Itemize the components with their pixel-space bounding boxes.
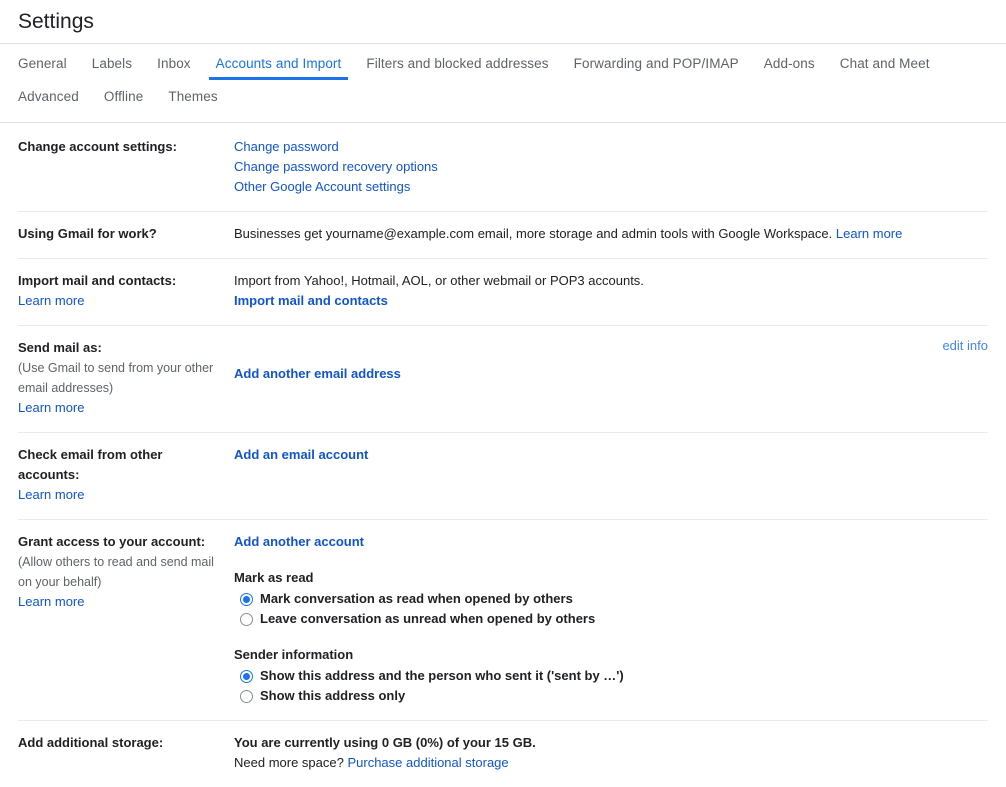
radio-show-address-only[interactable]: Show this address only bbox=[234, 686, 988, 706]
radio-show-address-and-person[interactable]: Show this address and the person who sen… bbox=[234, 666, 988, 686]
section-content-column: Change password Change password recovery… bbox=[234, 137, 988, 197]
add-another-email-address-link[interactable]: Add another email address bbox=[234, 364, 401, 384]
tab-themes[interactable]: Themes bbox=[158, 77, 227, 113]
section-add-additional-storage: Add additional storage: You are currentl… bbox=[18, 720, 988, 787]
section-grant-access-to-your-account: Grant access to your account: (Allow oth… bbox=[18, 519, 988, 720]
storage-usage-text: You are currently using 0 GB (0%) of you… bbox=[234, 733, 988, 753]
import-mail-and-contacts-label: Import mail and contacts: bbox=[18, 271, 224, 291]
section-label-column: Change account settings: bbox=[18, 137, 234, 197]
change-account-settings-label: Change account settings: bbox=[18, 137, 224, 157]
check-email-learn-more-link[interactable]: Learn more bbox=[18, 485, 84, 505]
grant-access-learn-more-link[interactable]: Learn more bbox=[18, 592, 84, 612]
radio-mark-conversation-as-read[interactable]: Mark conversation as read when opened by… bbox=[234, 589, 988, 609]
radio-unselected-icon[interactable] bbox=[240, 690, 253, 703]
sender-information-group-title: Sender information bbox=[234, 645, 988, 665]
section-content-column: You are currently using 0 GB (0%) of you… bbox=[234, 733, 988, 773]
section-label-column: Add additional storage: bbox=[18, 733, 234, 773]
add-another-account-link[interactable]: Add another account bbox=[234, 532, 364, 552]
tab-filters-and-blocked-addresses[interactable]: Filters and blocked addresses bbox=[356, 44, 558, 80]
settings-header: Settings bbox=[0, 0, 1006, 44]
radio-selected-icon[interactable] bbox=[240, 670, 253, 683]
settings-sections: Change account settings: Change password… bbox=[0, 123, 1006, 787]
section-label-column: Using Gmail for work? bbox=[18, 224, 234, 244]
import-mail-and-contacts-action-link[interactable]: Import mail and contacts bbox=[234, 291, 388, 311]
using-gmail-for-work-label: Using Gmail for work? bbox=[18, 224, 224, 244]
grant-access-note: (Allow others to read and send mail on y… bbox=[18, 552, 224, 592]
section-label-column: Grant access to your account: (Allow oth… bbox=[18, 532, 234, 706]
change-password-recovery-options-link[interactable]: Change password recovery options bbox=[234, 157, 988, 177]
section-content-column: Add another account Mark as read Mark co… bbox=[234, 532, 988, 706]
radio-label: Show this address and the person who sen… bbox=[260, 666, 624, 686]
tab-forwarding-and-pop-imap[interactable]: Forwarding and POP/IMAP bbox=[564, 44, 749, 80]
check-email-from-other-accounts-label: Check email from other accounts: bbox=[18, 445, 224, 485]
tab-advanced[interactable]: Advanced bbox=[8, 77, 89, 113]
section-label-column: Import mail and contacts: Learn more bbox=[18, 271, 234, 311]
gmail-for-work-learn-more-link[interactable]: Learn more bbox=[836, 224, 902, 244]
radio-leave-conversation-as-unread[interactable]: Leave conversation as unread when opened… bbox=[234, 609, 988, 629]
radio-label: Show this address only bbox=[260, 686, 405, 706]
other-google-account-settings-link[interactable]: Other Google Account settings bbox=[234, 177, 988, 197]
radio-label: Leave conversation as unread when opened… bbox=[260, 609, 595, 629]
tab-accounts-and-import[interactable]: Accounts and Import bbox=[206, 44, 352, 80]
section-content-column: Businesses get yourname@example.com emai… bbox=[234, 224, 988, 244]
tab-offline[interactable]: Offline bbox=[94, 77, 153, 113]
send-mail-as-label: Send mail as: bbox=[18, 338, 224, 358]
edit-info-link[interactable]: edit info bbox=[942, 338, 988, 353]
radio-unselected-icon[interactable] bbox=[240, 613, 253, 626]
tab-add-ons[interactable]: Add-ons bbox=[754, 44, 825, 80]
tab-row-primary: General Labels Inbox Accounts and Import… bbox=[18, 44, 1006, 80]
change-password-link[interactable]: Change password bbox=[234, 137, 988, 157]
grant-access-label: Grant access to your account: bbox=[18, 532, 224, 552]
settings-tab-strip: General Labels Inbox Accounts and Import… bbox=[0, 44, 1006, 123]
tab-chat-and-meet[interactable]: Chat and Meet bbox=[830, 44, 940, 80]
section-send-mail-as: Send mail as: (Use Gmail to send from yo… bbox=[18, 325, 988, 432]
tab-row-secondary: Advanced Offline Themes bbox=[18, 77, 1006, 113]
page-title: Settings bbox=[18, 10, 94, 34]
send-mail-as-note: (Use Gmail to send from your other email… bbox=[18, 358, 224, 398]
tab-inbox[interactable]: Inbox bbox=[147, 44, 201, 80]
send-mail-as-learn-more-link[interactable]: Learn more bbox=[18, 398, 84, 418]
section-label-column: Check email from other accounts: Learn m… bbox=[18, 445, 234, 505]
section-content-column: Add an email account bbox=[234, 445, 988, 505]
section-check-email-from-other-accounts: Check email from other accounts: Learn m… bbox=[18, 432, 988, 519]
radio-selected-icon[interactable] bbox=[240, 593, 253, 606]
section-using-gmail-for-work: Using Gmail for work? Businesses get you… bbox=[18, 211, 988, 258]
section-content-column: Import from Yahoo!, Hotmail, AOL, or oth… bbox=[234, 271, 988, 311]
section-import-mail-and-contacts: Import mail and contacts: Learn more Imp… bbox=[18, 258, 988, 325]
section-label-column: Send mail as: (Use Gmail to send from yo… bbox=[18, 338, 234, 418]
import-mail-learn-more-link[interactable]: Learn more bbox=[18, 291, 84, 311]
radio-label: Mark conversation as read when opened by… bbox=[260, 589, 573, 609]
purchase-additional-storage-link[interactable]: Purchase additional storage bbox=[347, 753, 508, 773]
add-an-email-account-link[interactable]: Add an email account bbox=[234, 445, 368, 465]
section-content-column: edit info Add another email address bbox=[234, 338, 988, 418]
need-more-space-text: Need more space? bbox=[234, 755, 344, 770]
mark-as-read-group-title: Mark as read bbox=[234, 568, 988, 588]
tab-labels[interactable]: Labels bbox=[82, 44, 142, 80]
tab-general[interactable]: General bbox=[8, 44, 77, 80]
section-change-account-settings: Change account settings: Change password… bbox=[18, 123, 988, 211]
add-additional-storage-label: Add additional storage: bbox=[18, 733, 224, 753]
import-mail-description: Import from Yahoo!, Hotmail, AOL, or oth… bbox=[234, 271, 988, 291]
gmail-for-work-description: Businesses get yourname@example.com emai… bbox=[234, 226, 832, 241]
